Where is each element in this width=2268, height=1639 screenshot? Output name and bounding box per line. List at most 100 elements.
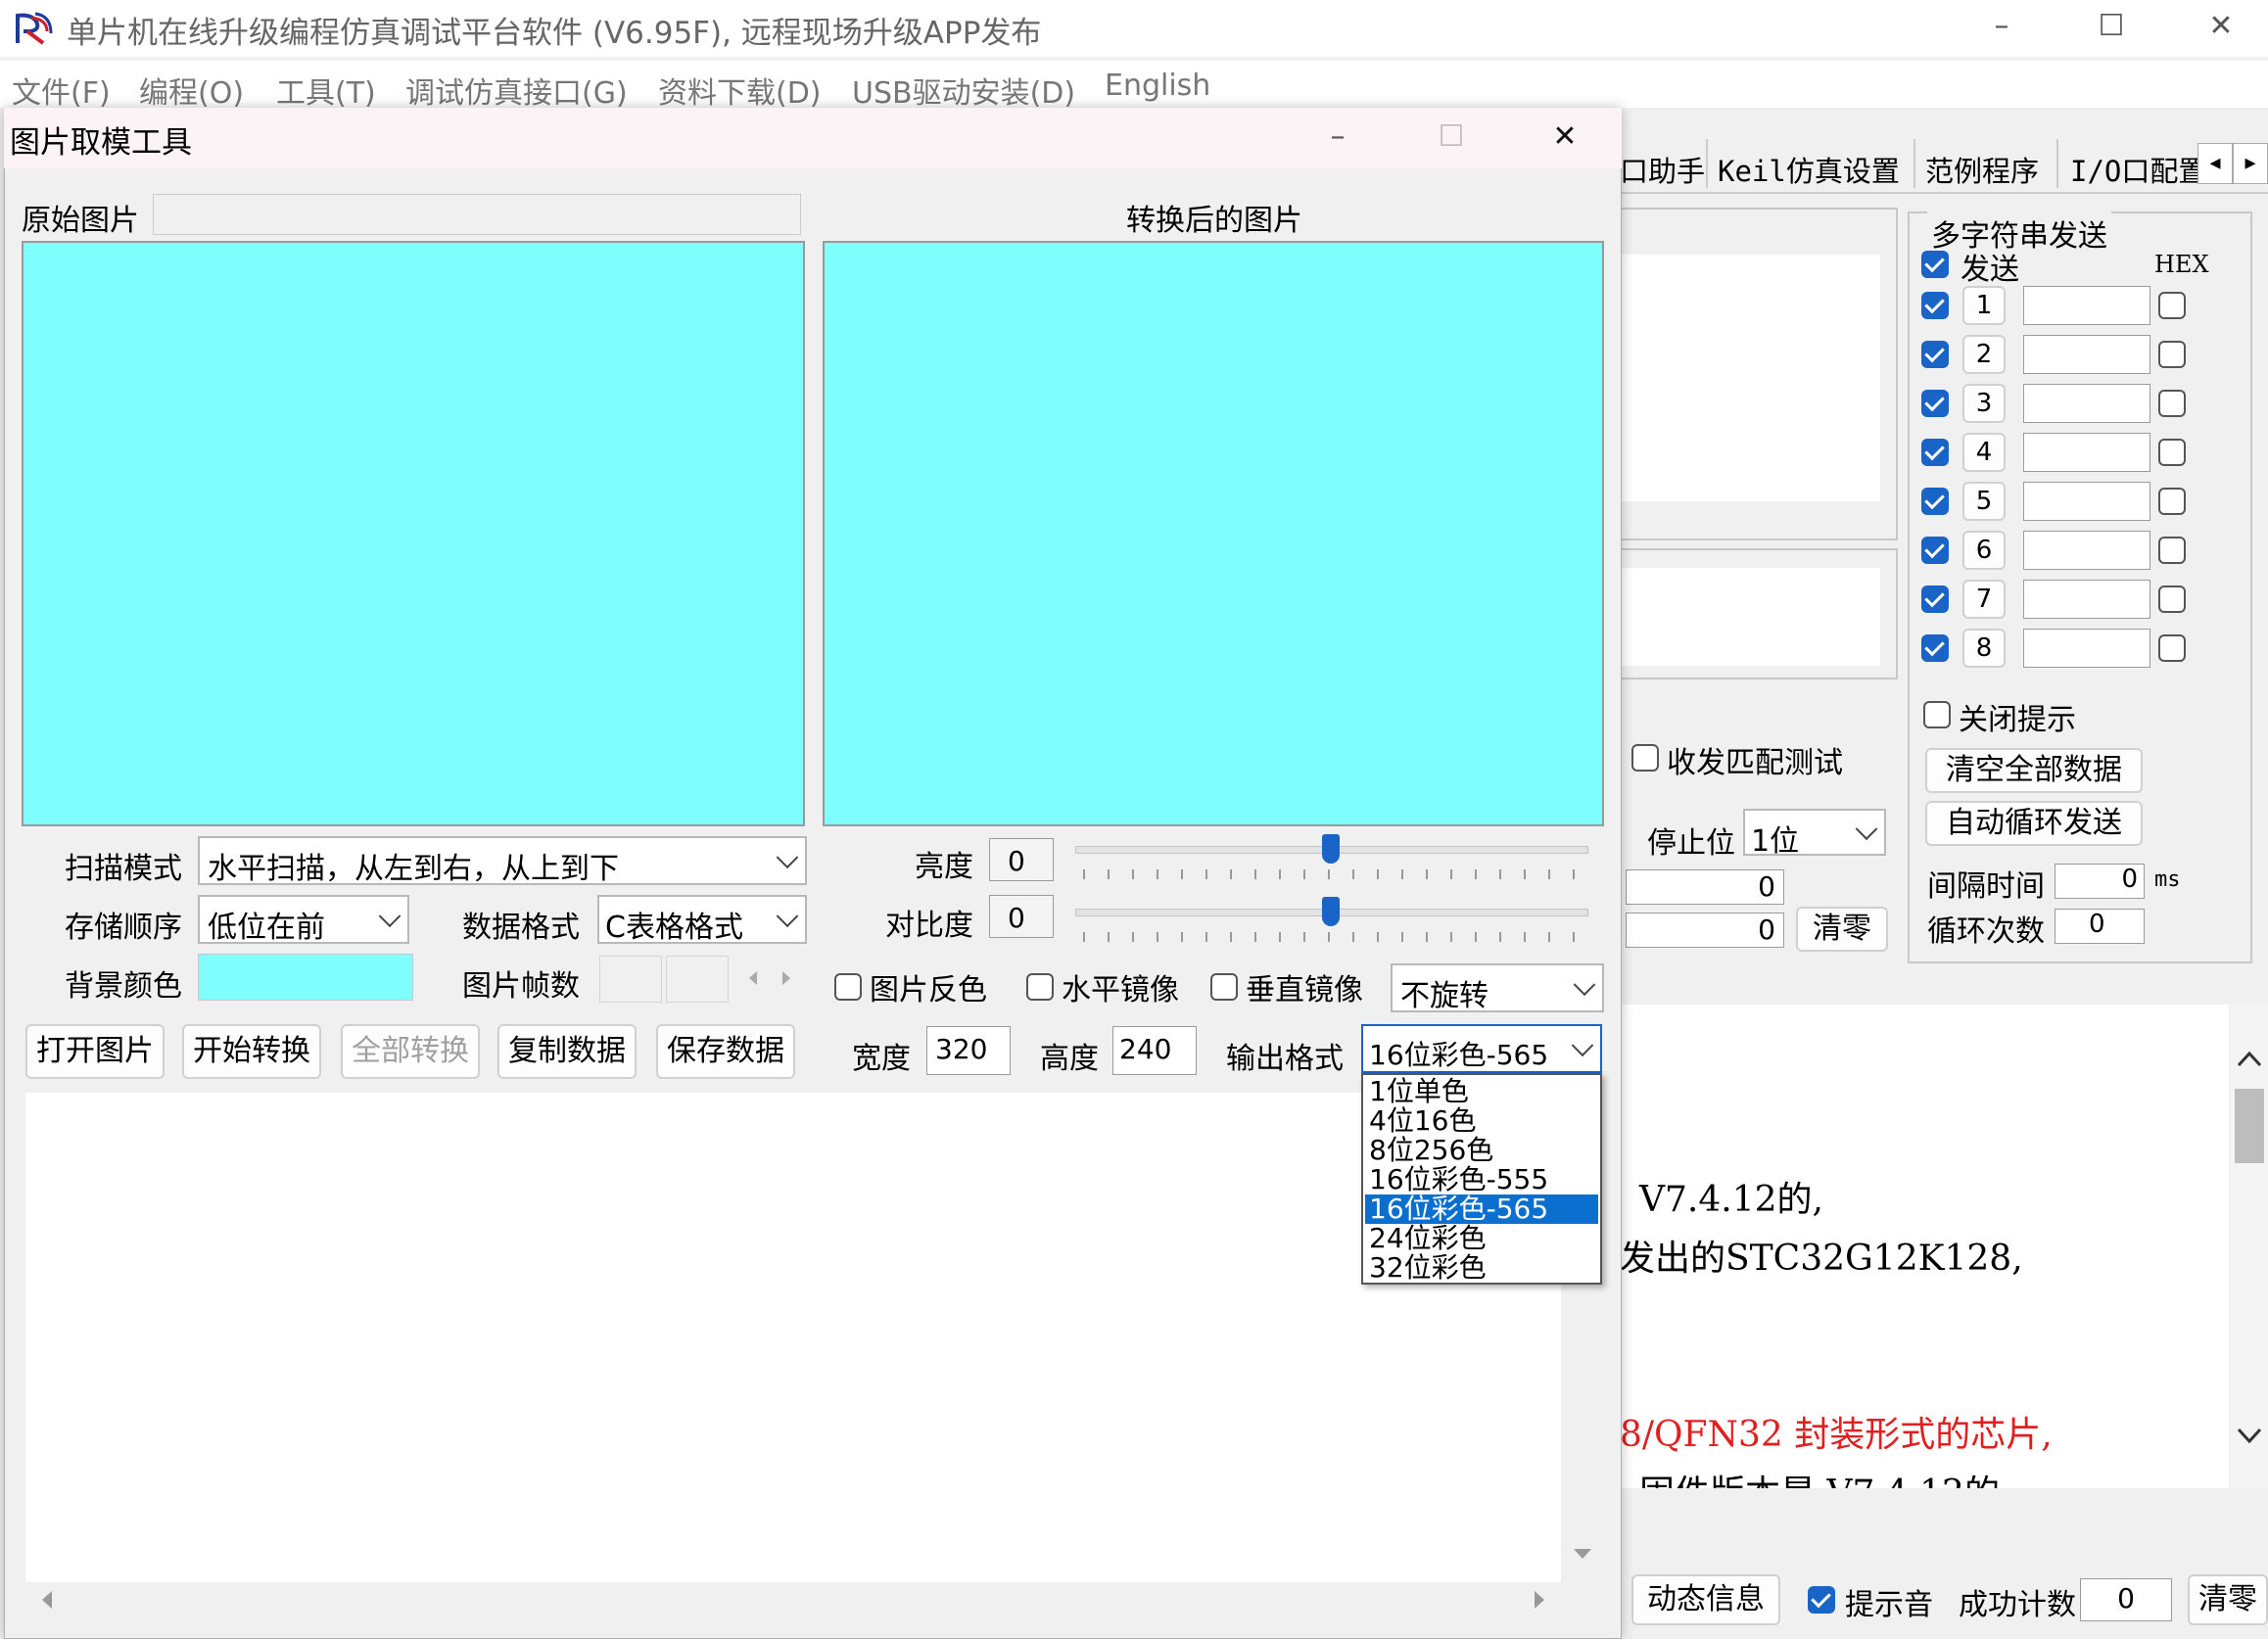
multi-send-text-field[interactable] xyxy=(2023,335,2150,374)
data-output-area[interactable] xyxy=(25,1093,1561,1582)
multi-send-button[interactable]: 5 xyxy=(1962,482,2006,521)
scroll-up-icon[interactable] xyxy=(2235,1044,2264,1073)
rotate-select[interactable]: 不旋转 xyxy=(1391,963,1604,1013)
multi-send-button[interactable]: 3 xyxy=(1962,384,2006,423)
multi-send-text-field[interactable] xyxy=(2023,629,2150,668)
multi-send-hex-checkbox[interactable] xyxy=(2158,537,2186,564)
scroll-left-icon[interactable] xyxy=(35,1588,59,1612)
tab-io-config[interactable]: I/O口配置 xyxy=(2070,149,2197,190)
log-scrollbar-thumb[interactable] xyxy=(2235,1089,2264,1163)
multi-send-hex-checkbox[interactable] xyxy=(2158,292,2186,319)
multi-send-enable-checkbox[interactable] xyxy=(1921,439,1949,466)
multi-send-hex-checkbox[interactable] xyxy=(2158,341,2186,368)
multi-send-button[interactable]: 7 xyxy=(1962,580,2006,619)
vmirror-checkbox[interactable] xyxy=(1210,973,1238,1001)
multi-send-button[interactable]: 6 xyxy=(1962,531,2006,570)
output-format-option[interactable]: 4位16色 xyxy=(1365,1106,1598,1136)
store-order-select[interactable]: 低位在前 xyxy=(198,895,409,945)
menu-file[interactable]: 文件(F) xyxy=(12,69,111,112)
scan-mode-select[interactable]: 水平扫描，从左到右，从上到下 xyxy=(198,836,807,886)
open-image-button[interactable]: 打开图片 xyxy=(25,1024,165,1079)
brightness-field[interactable]: 0 xyxy=(989,838,1054,881)
output-format-option[interactable]: 24位彩色 xyxy=(1365,1224,1598,1253)
send-text-area[interactable] xyxy=(1622,568,1880,666)
main-maximize-button[interactable]: ☐ xyxy=(2058,0,2164,53)
multi-send-text-field[interactable] xyxy=(2023,286,2150,325)
menu-program[interactable]: 编程(O) xyxy=(139,69,244,112)
loop-count-field[interactable]: 0 xyxy=(2055,909,2145,944)
output-format-option[interactable]: 16位彩色-565 xyxy=(1365,1194,1598,1224)
main-minimize-button[interactable]: – xyxy=(1949,0,2055,53)
output-format-option[interactable]: 8位256色 xyxy=(1365,1136,1598,1165)
image-path-field[interactable] xyxy=(153,194,801,235)
menu-download[interactable]: 资料下载(D) xyxy=(658,69,822,112)
multi-send-enable-checkbox[interactable] xyxy=(1921,537,1949,564)
contrast-field[interactable]: 0 xyxy=(989,895,1054,938)
tab-scroll-right-icon[interactable]: ▸ xyxy=(2233,143,2268,184)
multi-send-enable-checkbox[interactable] xyxy=(1921,585,1949,613)
multi-send-enable-checkbox[interactable] xyxy=(1921,341,1949,368)
invert-checkbox[interactable] xyxy=(834,973,862,1001)
brightness-slider-thumb[interactable] xyxy=(1322,834,1340,864)
clear-all-data-button[interactable]: 清空全部数据 xyxy=(1925,748,2143,793)
dialog-close-button[interactable]: ✕ xyxy=(1512,112,1618,163)
scroll-down-icon[interactable] xyxy=(1571,1543,1594,1567)
width-field[interactable]: 320 xyxy=(926,1026,1011,1075)
output-format-option[interactable]: 1位单色 xyxy=(1365,1077,1598,1106)
bg-color-swatch[interactable] xyxy=(198,954,413,1001)
multi-send-button[interactable]: 1 xyxy=(1962,286,2006,325)
height-field[interactable]: 240 xyxy=(1112,1026,1197,1075)
output-horizontal-scrollbar[interactable] xyxy=(25,1582,1561,1617)
send-all-checkbox[interactable] xyxy=(1921,251,1949,278)
scroll-down-icon[interactable] xyxy=(2235,1422,2264,1451)
multi-send-button[interactable]: 2 xyxy=(1962,335,2006,374)
output-format-select[interactable]: 16位彩色-565 xyxy=(1361,1024,1602,1073)
interval-field[interactable]: 0 xyxy=(2055,864,2145,899)
multi-send-enable-checkbox[interactable] xyxy=(1921,292,1949,319)
multi-send-hex-checkbox[interactable] xyxy=(2158,390,2186,417)
multi-send-hex-checkbox[interactable] xyxy=(2158,439,2186,466)
auto-loop-send-button[interactable]: 自动循环发送 xyxy=(1925,801,2143,846)
main-close-button[interactable]: ✕ xyxy=(2168,0,2268,53)
beep-checkbox[interactable] xyxy=(1808,1586,1835,1614)
stop-bit-select[interactable]: 1位 xyxy=(1743,809,1886,859)
success-clear-button[interactable]: 清零 xyxy=(2188,1574,2268,1625)
menu-tools[interactable]: 工具(T) xyxy=(276,69,376,112)
output-format-option[interactable]: 32位彩色 xyxy=(1365,1253,1598,1283)
receive-text-area[interactable] xyxy=(1622,255,1880,501)
multi-send-text-field[interactable] xyxy=(2023,580,2150,619)
dialog-minimize-button[interactable]: – xyxy=(1285,112,1391,163)
menu-usb-driver[interactable]: USB驱动安装(D) xyxy=(852,69,1075,112)
close-tip-checkbox[interactable] xyxy=(1923,701,1951,728)
multi-send-button[interactable]: 4 xyxy=(1962,433,2006,472)
output-format-option[interactable]: 16位彩色-555 xyxy=(1365,1165,1598,1194)
log-scrollbar[interactable] xyxy=(2231,1005,2268,1488)
multi-send-enable-checkbox[interactable] xyxy=(1921,634,1949,662)
multi-send-text-field[interactable] xyxy=(2023,433,2150,472)
multi-send-hex-checkbox[interactable] xyxy=(2158,634,2186,662)
multi-send-text-field[interactable] xyxy=(2023,482,2150,521)
tab-examples[interactable]: 范例程序 xyxy=(1925,149,2039,190)
multi-send-hex-checkbox[interactable] xyxy=(2158,488,2186,515)
contrast-slider-thumb[interactable] xyxy=(1322,897,1340,926)
menu-debug[interactable]: 调试仿真接口(G) xyxy=(405,69,628,112)
multi-send-enable-checkbox[interactable] xyxy=(1921,488,1949,515)
save-data-button[interactable]: 保存数据 xyxy=(656,1024,795,1079)
multi-send-text-field[interactable] xyxy=(2023,384,2150,423)
match-test-checkbox[interactable] xyxy=(1631,744,1659,772)
multi-send-button[interactable]: 8 xyxy=(1962,629,2006,668)
multi-send-enable-checkbox[interactable] xyxy=(1921,390,1949,417)
copy-data-button[interactable]: 复制数据 xyxy=(497,1024,637,1079)
multi-send-text-field[interactable] xyxy=(2023,531,2150,570)
menu-english[interactable]: English xyxy=(1105,69,1210,103)
clear-count-button[interactable]: 清零 xyxy=(1796,907,1888,952)
hmirror-checkbox[interactable] xyxy=(1026,973,1054,1001)
dynamic-info-button[interactable]: 动态信息 xyxy=(1631,1574,1780,1625)
start-convert-button[interactable]: 开始转换 xyxy=(182,1024,321,1079)
scroll-right-icon[interactable] xyxy=(1528,1588,1551,1612)
tab-serial-assistant[interactable]: 口助手 xyxy=(1620,149,1705,190)
data-format-select[interactable]: C表格格式 xyxy=(597,895,807,945)
multi-send-hex-checkbox[interactable] xyxy=(2158,585,2186,613)
tab-scroll-left-icon[interactable]: ◂ xyxy=(2197,143,2233,184)
tab-keil-settings[interactable]: Keil仿真设置 xyxy=(1718,149,1900,190)
